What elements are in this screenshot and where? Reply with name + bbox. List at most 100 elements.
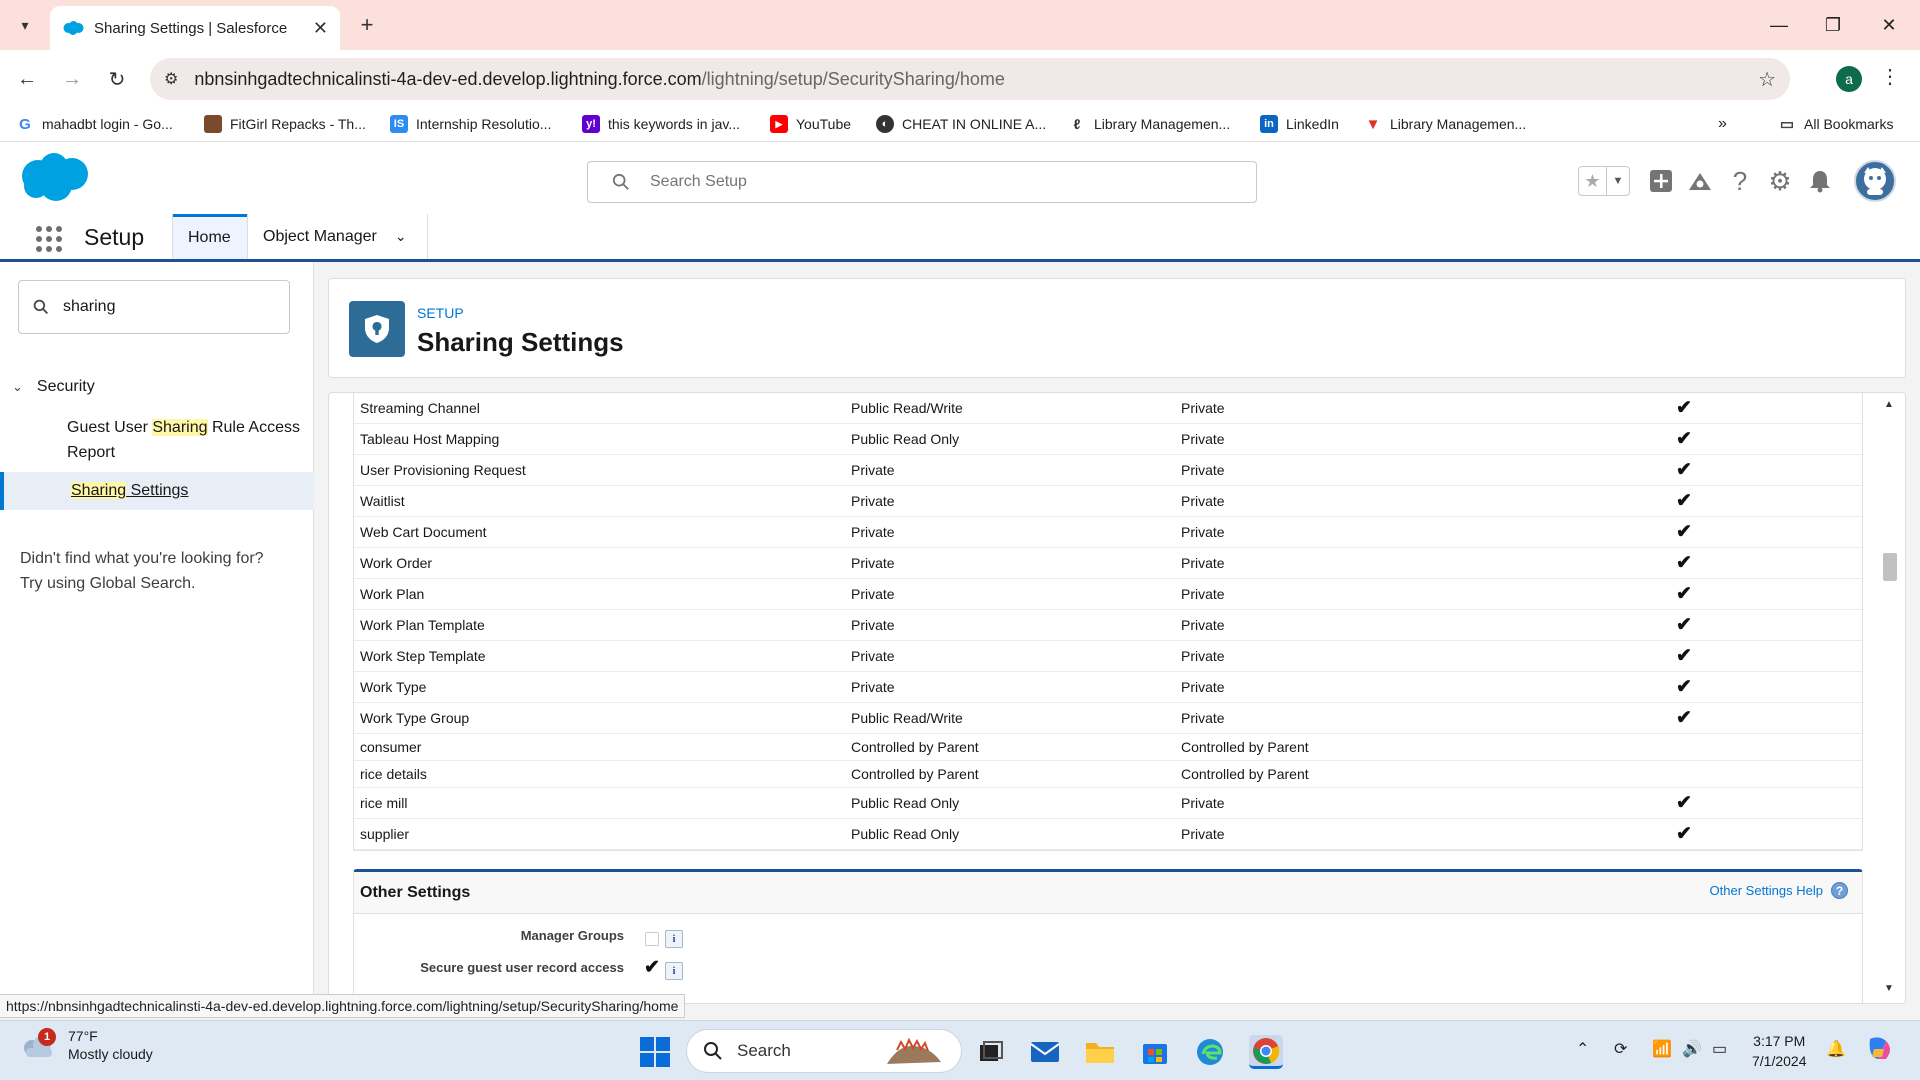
- all-bookmarks[interactable]: ▭ All Bookmarks: [1778, 115, 1894, 133]
- global-search-box[interactable]: [587, 161, 1257, 203]
- profile-avatar[interactable]: a: [1836, 66, 1862, 92]
- taskbar-search[interactable]: Search: [686, 1029, 962, 1073]
- close-tab-icon[interactable]: ✕: [313, 18, 328, 39]
- quick-find-box[interactable]: [18, 280, 290, 334]
- content-scrollbar[interactable]: ▲ ▼: [1876, 393, 1904, 1003]
- search-icon: [33, 299, 49, 315]
- bookmark-item[interactable]: ▶ YouTube: [770, 115, 851, 133]
- notification-badge: 1: [38, 1028, 56, 1046]
- forward-icon[interactable]: →: [55, 62, 89, 96]
- table-row: supplier Public Read Only Private ✔: [354, 819, 1862, 850]
- salesforce-logo[interactable]: [18, 152, 92, 204]
- folder-icon: ▭: [1779, 116, 1795, 133]
- scroll-down-icon[interactable]: ▼: [1884, 983, 1894, 994]
- close-window-icon[interactable]: ✕: [1866, 8, 1912, 42]
- bookmark-item[interactable]: ▼ Library Managemen...: [1364, 115, 1527, 133]
- tab-home[interactable]: Home: [173, 214, 247, 259]
- back-icon[interactable]: ←: [10, 62, 44, 96]
- secure-guest-access-checkmark[interactable]: ✔: [644, 956, 660, 979]
- other-settings-help-link[interactable]: Other Settings Help ?: [1710, 882, 1848, 899]
- wifi-icon[interactable]: 📶: [1652, 1039, 1672, 1059]
- browser-tab-active[interactable]: Sharing Settings | Salesforce ✕: [50, 6, 340, 50]
- notification-center-icon[interactable]: 🔔: [1826, 1039, 1846, 1059]
- help-icon[interactable]: ?: [1725, 166, 1755, 196]
- task-view-icon[interactable]: [974, 1035, 1008, 1069]
- info-icon[interactable]: i: [665, 962, 683, 980]
- bookmark-item[interactable]: ℓ Library Managemen...: [1068, 115, 1231, 133]
- quick-find-input[interactable]: [63, 298, 263, 316]
- manager-groups-checkbox[interactable]: [645, 932, 659, 946]
- system-clock[interactable]: 3:17 PM 7/1/2024: [1752, 1031, 1807, 1071]
- browser-toolbar: ← → ↻ ⚙ nbnsinhgadtechnicalinsti-4a-dev-…: [0, 50, 1920, 108]
- bookmark-item[interactable]: IS Internship Resolutio...: [390, 115, 551, 133]
- linkedin-icon: in: [1260, 115, 1278, 133]
- user-avatar[interactable]: [1854, 160, 1896, 202]
- browser-tab-title: Sharing Settings | Salesforce: [94, 19, 288, 37]
- library-red-icon: ▼: [1365, 115, 1381, 133]
- checkmark-icon: ✔: [1676, 676, 1692, 698]
- clock-time: 3:17 PM: [1753, 1033, 1806, 1049]
- reload-icon[interactable]: ↻: [100, 62, 134, 96]
- chevron-down-icon[interactable]: ⌄: [395, 228, 407, 245]
- bookmark-item[interactable]: y! this keywords in jav...: [582, 115, 740, 133]
- site-info-icon[interactable]: ⚙: [164, 69, 178, 89]
- bookmark-star-icon[interactable]: ☆: [1758, 67, 1776, 92]
- weather-widget[interactable]: 1 77°F Mostly cloudy: [20, 1027, 153, 1063]
- gear-icon[interactable]: ⚙: [1765, 166, 1795, 196]
- favorites-dropdown-icon[interactable]: ▼: [1607, 167, 1629, 195]
- tab-search-chevron-icon[interactable]: ▾: [10, 10, 40, 40]
- checkmark-icon: ✔: [1676, 428, 1692, 450]
- checkmark-icon: ✔: [1676, 645, 1692, 667]
- browser-menu-icon[interactable]: ⋮: [1880, 64, 1900, 89]
- copilot-icon[interactable]: [1864, 1035, 1894, 1068]
- clock-date: 7/1/2024: [1752, 1053, 1807, 1069]
- restore-icon[interactable]: ❐: [1810, 8, 1856, 42]
- more-bookmarks-icon[interactable]: »: [1718, 115, 1727, 133]
- bell-icon[interactable]: [1805, 166, 1835, 196]
- favorite-star-icon[interactable]: ★: [1579, 167, 1607, 195]
- table-row: Tableau Host Mapping Public Read Only Priv…: [354, 424, 1862, 455]
- volume-icon[interactable]: 🔊: [1682, 1039, 1702, 1059]
- scroll-thumb[interactable]: [1883, 553, 1897, 581]
- mail-icon[interactable]: [1028, 1035, 1062, 1069]
- other-settings-header: Other Settings Other Settings Help ?: [354, 872, 1862, 914]
- bookmark-item[interactable]: Gmahadbt login - Go...: [16, 115, 173, 133]
- tree-item-guest-user-sharing-report[interactable]: Guest User Sharing Rule Access Report: [67, 415, 307, 465]
- help-icon[interactable]: ?: [1831, 882, 1848, 899]
- app-launcher-icon[interactable]: [36, 226, 62, 252]
- address-bar[interactable]: ⚙ nbnsinhgadtechnicalinsti-4a-dev-ed.dev…: [150, 58, 1790, 100]
- sync-icon[interactable]: ⟳: [1614, 1039, 1627, 1059]
- library-icon: ℓ: [1073, 116, 1081, 132]
- scroll-up-icon[interactable]: ▲: [1884, 399, 1894, 410]
- info-icon[interactable]: i: [665, 930, 683, 948]
- checkmark-icon: ✔: [1676, 459, 1692, 481]
- file-explorer-icon[interactable]: [1083, 1035, 1117, 1069]
- search-icon: [704, 1042, 722, 1060]
- chevron-up-icon[interactable]: ⌃: [1576, 1039, 1589, 1059]
- tab-object-manager[interactable]: Object Manager ⌄: [248, 214, 422, 259]
- table-row: rice details Controlled by Parent Controll…: [354, 761, 1862, 788]
- manager-groups-label: Manager Groups: [520, 928, 624, 943]
- global-search-input[interactable]: [650, 173, 1210, 191]
- page-header: SETUP Sharing Settings: [328, 278, 1906, 378]
- windows-start-icon[interactable]: [640, 1037, 670, 1067]
- chevron-down-icon[interactable]: ⌄: [12, 379, 23, 395]
- favorites-group[interactable]: ★ ▼: [1578, 166, 1630, 196]
- battery-icon[interactable]: ▭: [1712, 1039, 1727, 1059]
- other-settings-section: Other Settings Other Settings Help ? Man…: [353, 869, 1863, 1003]
- chrome-icon[interactable]: [1249, 1035, 1283, 1069]
- new-tab-icon[interactable]: +: [352, 10, 382, 40]
- minimize-icon[interactable]: —: [1756, 8, 1802, 42]
- microsoft-store-icon[interactable]: [1138, 1035, 1172, 1069]
- tree-section-label: Security: [36, 378, 95, 395]
- search-icon: [612, 173, 629, 190]
- tree-item-sharing-settings[interactable]: Sharing Settings: [0, 472, 314, 510]
- fitgirl-icon: [204, 115, 222, 133]
- trailhead-icon[interactable]: [1685, 166, 1715, 196]
- tree-section-security[interactable]: ⌄ Security: [12, 378, 95, 396]
- global-actions-icon[interactable]: [1646, 166, 1676, 196]
- bookmark-item[interactable]: in LinkedIn: [1260, 115, 1339, 133]
- bookmark-item[interactable]: FitGirl Repacks - Th...: [204, 115, 366, 133]
- bookmark-item[interactable]: ◐ CHEAT IN ONLINE A...: [876, 115, 1046, 133]
- edge-icon[interactable]: [1193, 1035, 1227, 1069]
